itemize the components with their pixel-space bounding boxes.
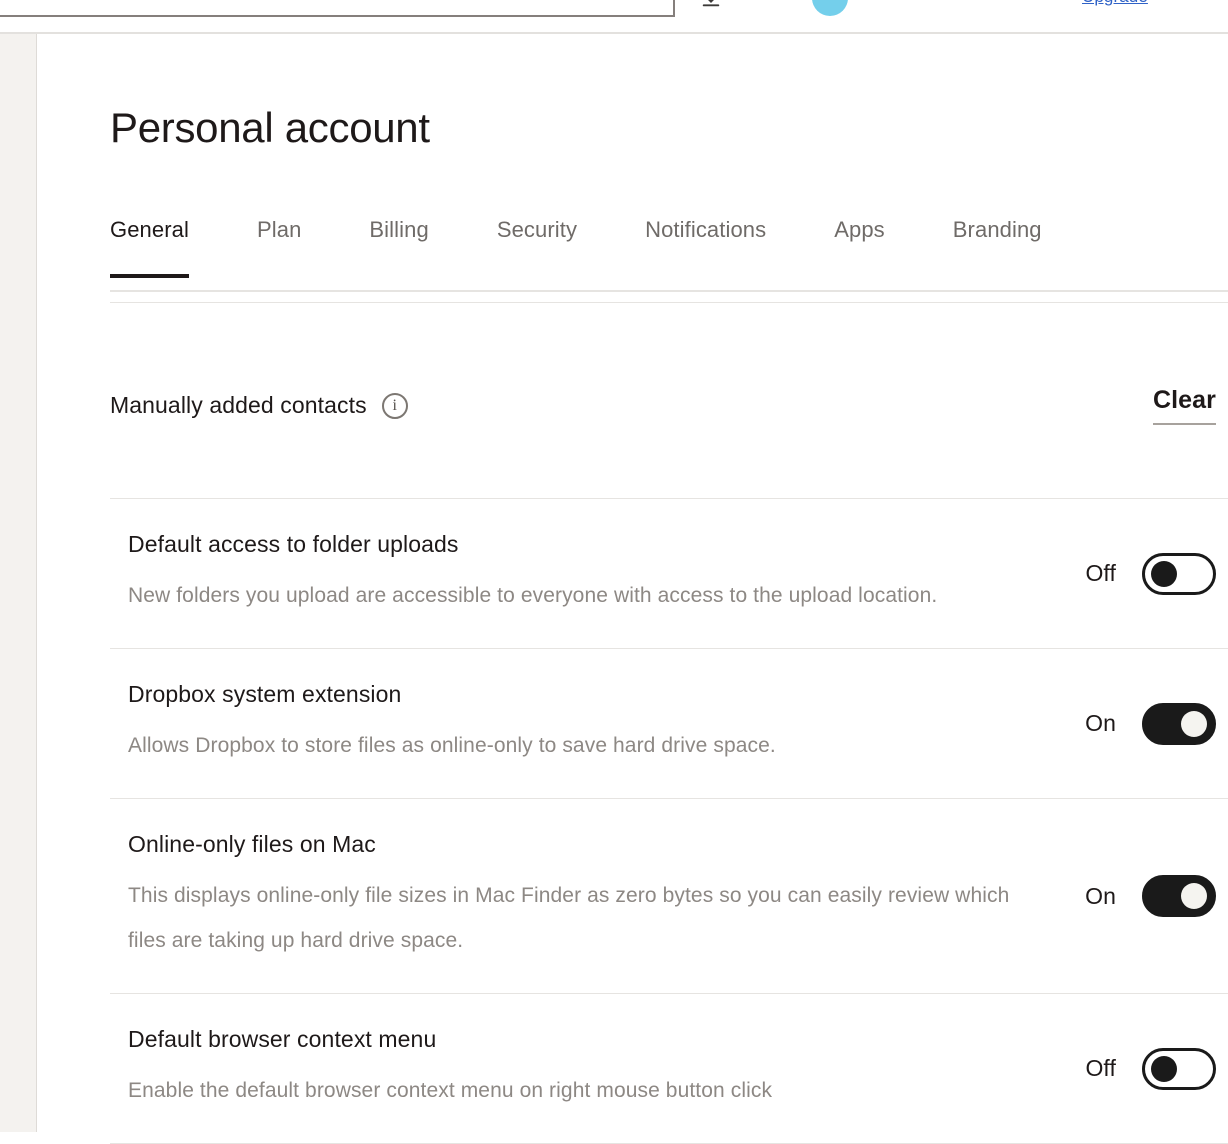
toggle-knob (1151, 1055, 1177, 1082)
info-icon[interactable]: i (381, 392, 408, 419)
setting-row: Online-only files on Mac This displays on… (110, 798, 1228, 993)
toggle-state-label: Off (1085, 560, 1116, 586)
tab-security[interactable]: Security (497, 216, 577, 278)
topbar-actions (700, 0, 848, 16)
avatar[interactable] (812, 0, 848, 16)
toggle-knob (1181, 710, 1207, 737)
grid-apps-icon[interactable] (756, 0, 778, 9)
clear-contacts-label: Clear (1152, 386, 1216, 425)
tab-general[interactable]: General (110, 216, 189, 278)
setting-control: On (1085, 875, 1216, 917)
contacts-label: Manually added contacts (110, 392, 367, 418)
upgrade-link[interactable]: Upgrade (1082, 0, 1148, 7)
toggle-knob (1181, 883, 1207, 909)
toggle-switch[interactable] (1142, 552, 1216, 595)
toggle-switch[interactable] (1142, 1047, 1216, 1090)
app-topbar: Upgrade (0, 0, 1228, 34)
toggle-switch[interactable] (1142, 702, 1216, 745)
toggle-state-label: On (1085, 710, 1116, 736)
tabs-divider (110, 290, 1228, 292)
tab-branding[interactable]: Branding (953, 216, 1042, 278)
setting-row: Default access to folder uploads New fold… (110, 498, 1228, 648)
toggle-state-label: On (1085, 882, 1116, 909)
search-input[interactable] (0, 0, 675, 17)
setting-text: Default browser context menu Enable the d… (128, 1024, 772, 1113)
setting-description: New folders you upload are accessible to… (128, 584, 938, 607)
setting-control: On (1085, 702, 1216, 745)
setting-title: Default browser context menu (128, 1026, 437, 1052)
toggle-switch[interactable] (1142, 875, 1216, 917)
sidebar-rail (0, 34, 37, 1132)
tab-notifications[interactable]: Notifications (645, 216, 766, 278)
setting-text: Online-only files on Mac This displays on… (128, 829, 1033, 963)
setting-row: Default browser context menu Enable the d… (110, 993, 1228, 1144)
download-icon[interactable] (700, 0, 722, 9)
toggle-state-label: Off (1085, 1055, 1116, 1081)
toggle-knob (1151, 560, 1177, 587)
setting-row: Dropbox system extension Allows Dropbox t… (110, 648, 1228, 798)
tab-plan[interactable]: Plan (257, 216, 301, 278)
setting-description: Enable the default browser context menu … (128, 1079, 773, 1102)
setting-description: This displays online-only file sizes in … (128, 884, 1010, 952)
settings-tabs: General Plan Billing Security Notifications A… (110, 216, 1228, 278)
setting-text: Default access to folder uploads New fold… (128, 529, 937, 618)
setting-text: Dropbox system extension Allows Dropbox t… (128, 679, 776, 768)
settings-list: Default access to folder uploads New fold… (110, 498, 1228, 1144)
setting-description: Allows Dropbox to store files as online-… (128, 734, 776, 757)
tab-billing[interactable]: Billing (369, 216, 428, 278)
manually-added-contacts-row: Manually added contacts i Clear (110, 364, 1228, 460)
page-title: Personal account (110, 104, 430, 151)
setting-control: Off (1085, 552, 1216, 595)
tab-apps[interactable]: Apps (834, 216, 885, 278)
clear-contacts-button[interactable]: Clear (1152, 364, 1228, 425)
setting-title: Dropbox system extension (128, 681, 402, 707)
tabs-divider-secondary (110, 302, 1228, 303)
setting-control: Off (1085, 1047, 1216, 1090)
main-content: Personal account General Plan Billing Secur… (38, 34, 1228, 1144)
contacts-label-group: Manually added contacts i (110, 364, 408, 419)
setting-title: Online-only files on Mac (128, 831, 376, 857)
setting-title: Default access to folder uploads (128, 531, 459, 557)
